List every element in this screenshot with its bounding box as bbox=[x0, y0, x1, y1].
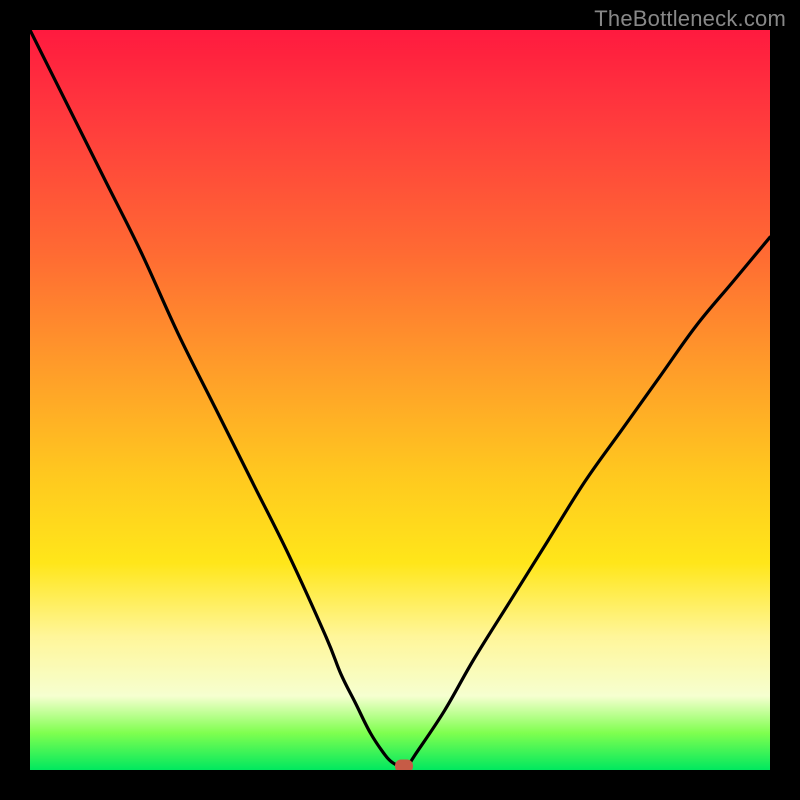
minimum-marker bbox=[395, 760, 413, 770]
watermark-text: TheBottleneck.com bbox=[594, 6, 786, 32]
chart-frame: TheBottleneck.com bbox=[0, 0, 800, 800]
plot-area bbox=[30, 30, 770, 770]
bottleneck-curve bbox=[30, 30, 770, 767]
curve-svg bbox=[30, 30, 770, 770]
